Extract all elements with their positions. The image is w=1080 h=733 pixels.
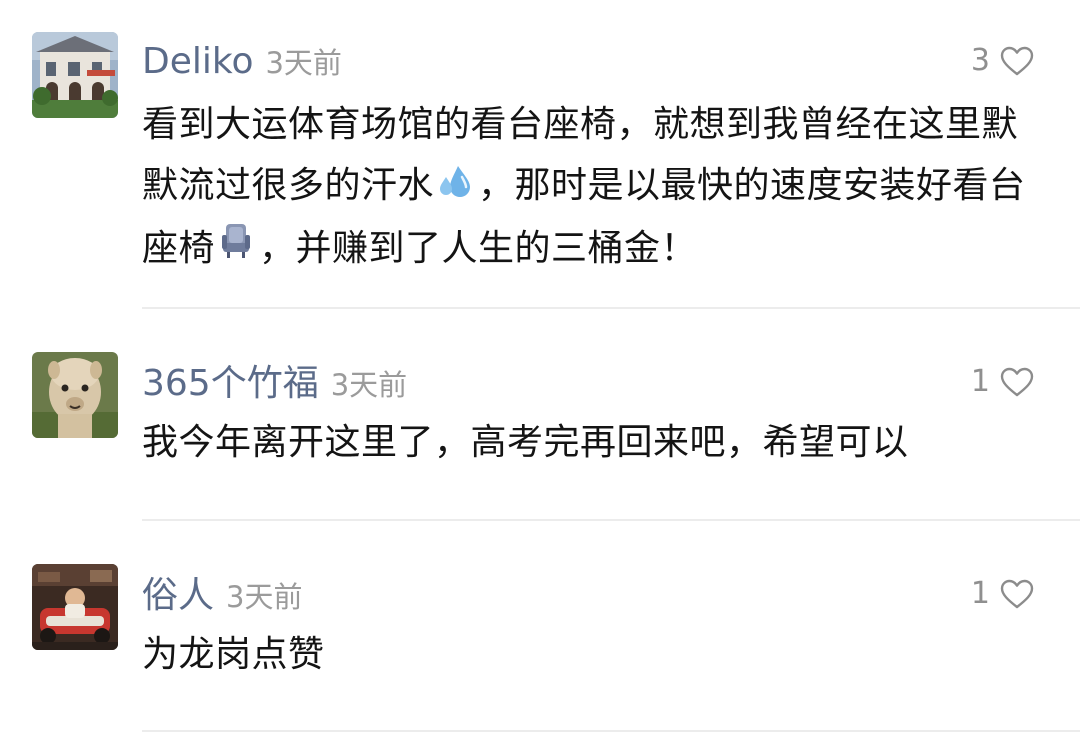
divider [142,730,1080,732]
name-row: 俗人 3天前 [142,578,302,614]
heart-icon[interactable] [1000,46,1034,76]
like-button[interactable]: 1 [971,579,1034,609]
comment-text: 看到大运体育场馆的看台座椅，就想到我曾经在这里默默流过很多的汗水 ，那时是以最快… [142,94,1047,280]
timestamp: 3天前 [330,368,408,402]
like-count: 1 [970,364,990,399]
divider [142,519,1080,521]
username[interactable]: Deliko [142,44,253,80]
comment-text: 为龙岗点赞 [142,634,325,675]
seat-icon [217,219,257,280]
avatar[interactable] [32,352,118,438]
username[interactable]: 俗人 [142,578,214,614]
like-count: 1 [970,576,990,611]
avatar[interactable] [32,564,118,650]
like-button[interactable]: 1 [971,367,1034,397]
heart-icon[interactable] [1000,579,1034,609]
name-row: Deliko 3天前 [142,44,342,80]
avatar[interactable] [32,32,118,118]
sweat-droplets-icon [436,157,476,218]
username[interactable]: 365个竹福 [142,366,319,402]
comment-text: 我今年离开这里了，高考完再回来吧，希望可以 [142,422,909,463]
timestamp: 3天前 [226,580,303,614]
timestamp: 3天前 [265,46,342,80]
divider [142,307,1080,309]
like-button[interactable]: 3 [971,46,1034,76]
comment-text-part: ，并赚到了人生的三桶金！ [259,227,698,269]
heart-icon[interactable] [1000,367,1034,397]
name-row: 365个竹福 3天前 [142,366,407,402]
like-count: 3 [970,43,990,78]
